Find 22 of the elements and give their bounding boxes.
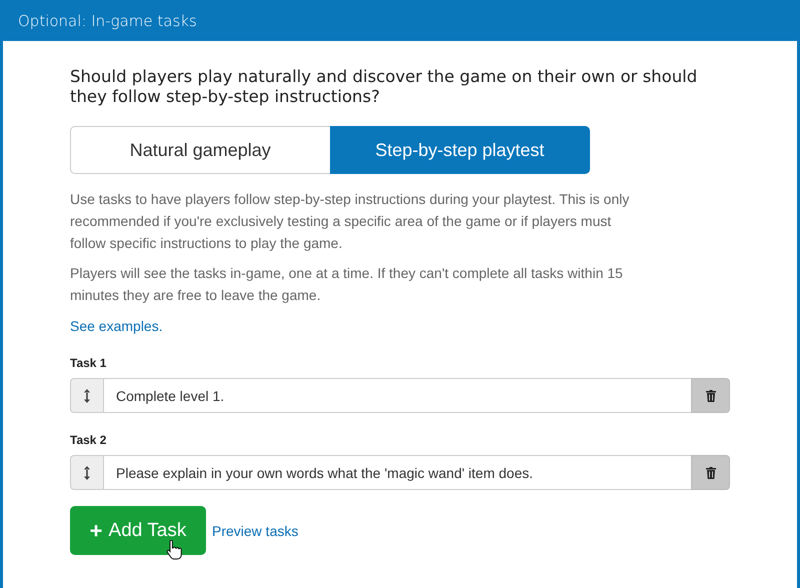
vertical-arrows-icon bbox=[83, 464, 91, 480]
task-input-field[interactable]: Complete level 1. bbox=[104, 378, 691, 413]
task-label: Task 2 bbox=[70, 433, 108, 447]
hand-cursor-icon bbox=[166, 540, 182, 560]
mode-toggle-button[interactable]: Natural gameplay bbox=[70, 126, 330, 174]
delete-button[interactable] bbox=[691, 455, 730, 490]
drag-handle[interactable] bbox=[70, 378, 104, 413]
description-paragraph: Use tasks to have players follow step-by-step instructions during your playtest. This is only recommended if you're exclusively testing a specific area of the game or if players must follow specific instructions to play the game. bbox=[70, 190, 630, 253]
delete-button[interactable] bbox=[691, 378, 730, 413]
vertical-arrows-icon bbox=[83, 388, 91, 404]
examples-link[interactable]: See examples. bbox=[70, 318, 163, 334]
question-text: Should players play naturally and discover the game on their own or should they follow step-by-step instructions? bbox=[70, 67, 698, 107]
mode-toggle-button[interactable]: Step-by-step playtest bbox=[330, 126, 590, 174]
description-paragraph: Players will see the tasks in-game, one at a time. If they can't complete all tasks within 15 minutes they are free to leave the game. bbox=[70, 264, 624, 305]
add-task-button[interactable]: + Add Task bbox=[70, 506, 206, 555]
task-input-field[interactable]: Please explain in your own words what the 'magic wand' item does. bbox=[104, 455, 691, 490]
window-title: Optional: In-game tasks bbox=[18, 12, 197, 30]
drag-handle[interactable] bbox=[70, 455, 104, 490]
trash-icon bbox=[706, 390, 716, 402]
task-label: Task 1 bbox=[70, 356, 108, 370]
trash-icon bbox=[706, 466, 716, 478]
preview-tasks-link[interactable]: Preview tasks bbox=[212, 522, 298, 538]
